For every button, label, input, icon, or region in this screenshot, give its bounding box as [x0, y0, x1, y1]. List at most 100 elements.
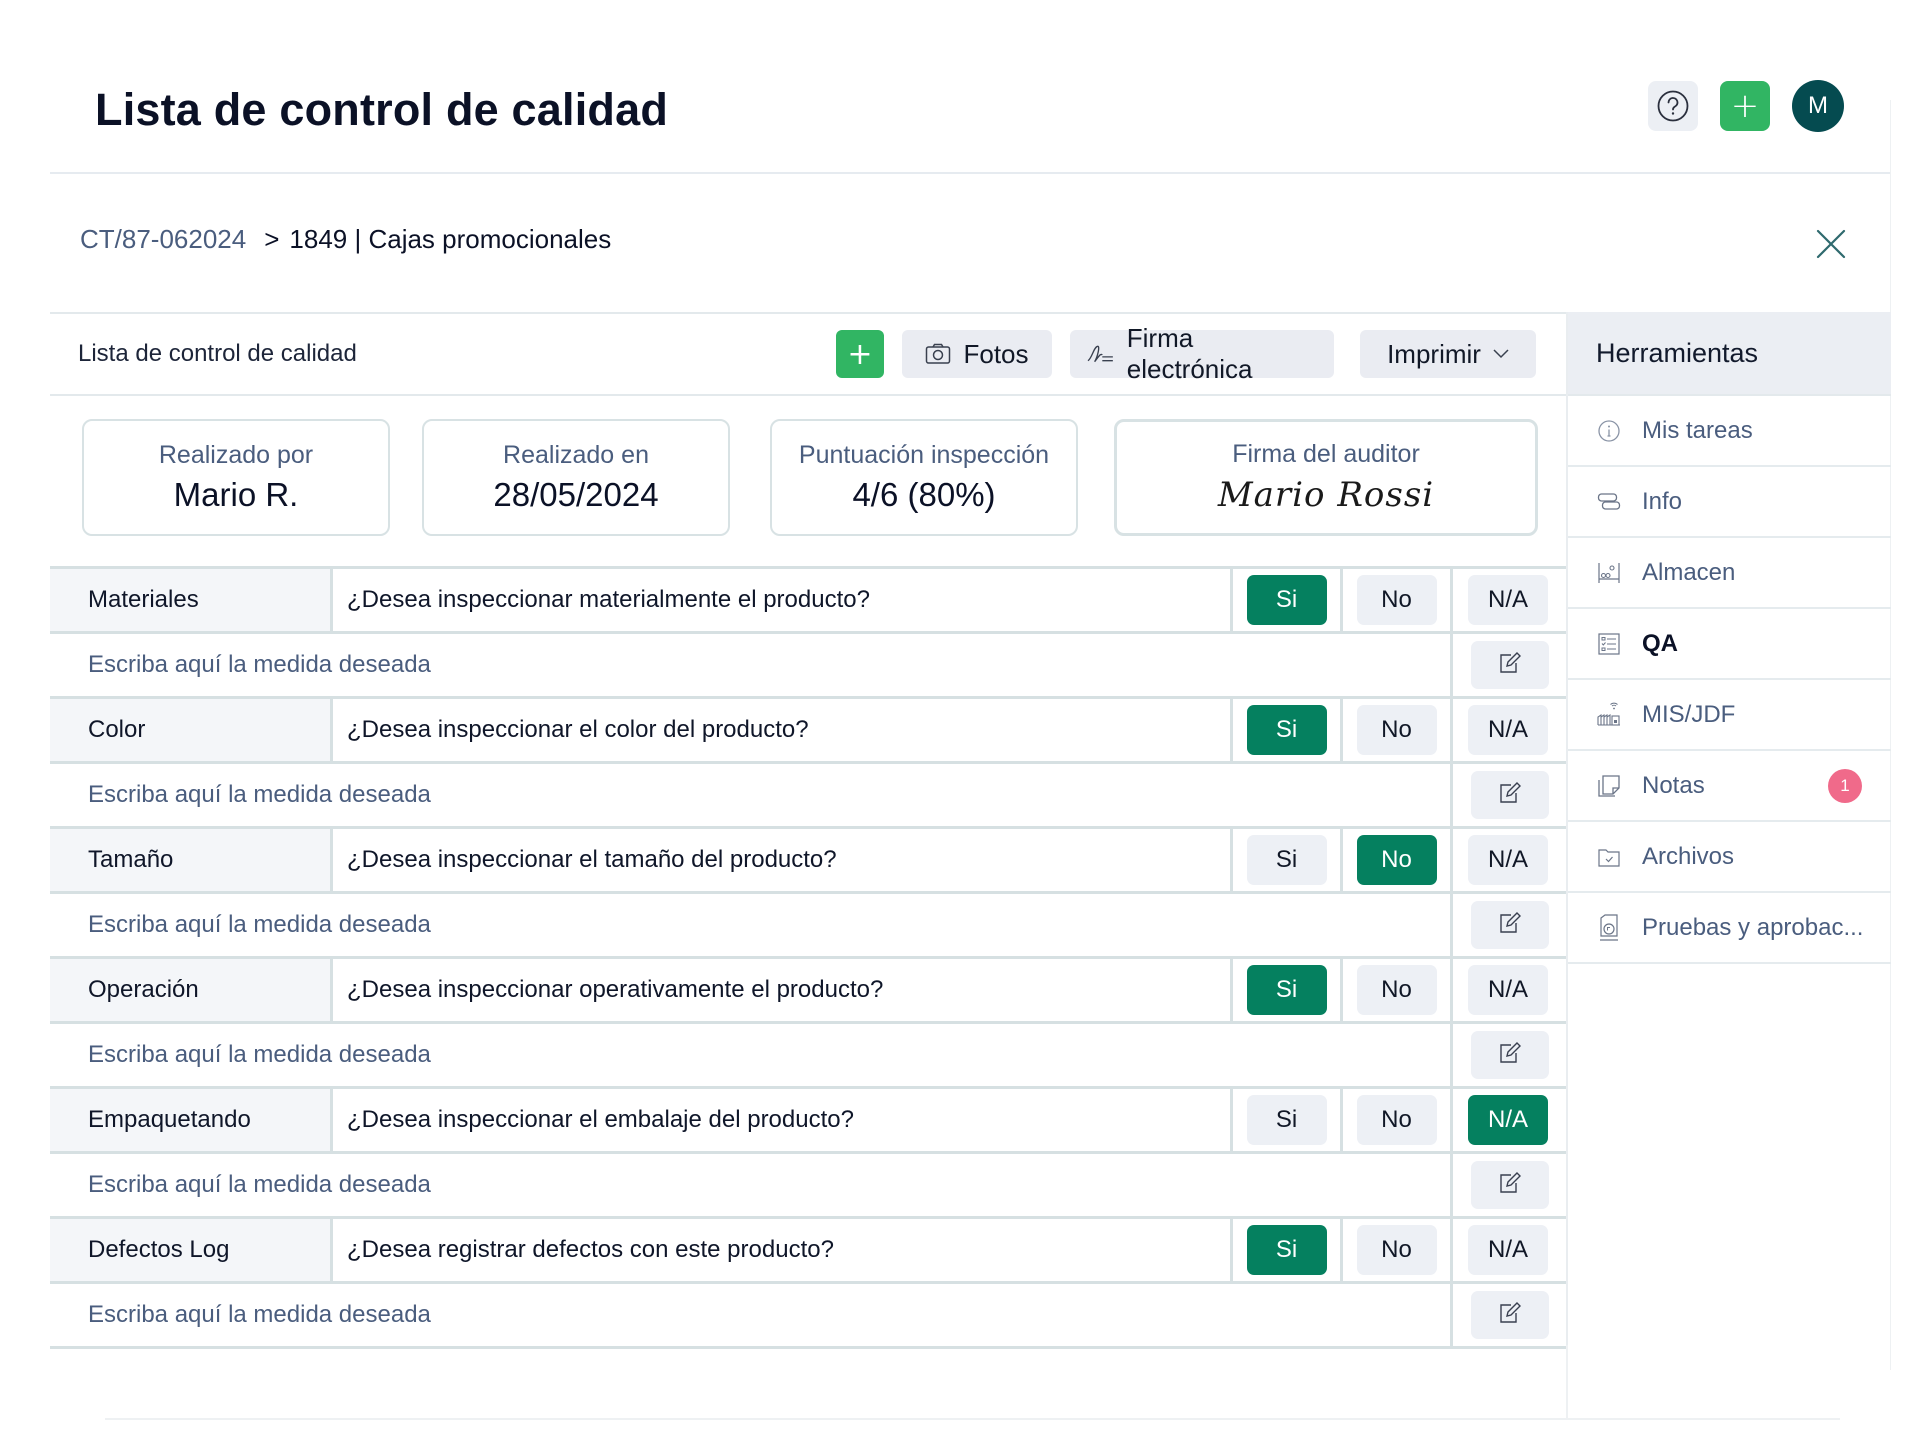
edit-measure-button[interactable]	[1470, 641, 1549, 689]
electronic-signature-button[interactable]: Firma electrónica	[1070, 323, 1334, 384]
page-title: Lista de control de calidad	[95, 84, 669, 135]
option-si-button[interactable]: Si	[1246, 835, 1327, 885]
option-na-button[interactable]: N/A	[1468, 705, 1548, 755]
option-na-button[interactable]: N/A	[1468, 575, 1548, 625]
sidebar-item-mis-jdf[interactable]: MIS/JDF	[1568, 680, 1891, 751]
option-no-button[interactable]: No	[1356, 835, 1437, 885]
option-no-button[interactable]: No	[1356, 965, 1437, 1015]
option-si-button[interactable]: Si	[1246, 575, 1327, 625]
breadcrumb-parent-link[interactable]: CT/87-062024	[80, 224, 246, 255]
option-cell: N/A	[1453, 699, 1563, 761]
plus-icon: +	[847, 336, 873, 372]
warehouse-icon	[1596, 560, 1622, 586]
avatar[interactable]: M	[1792, 80, 1844, 132]
close-button[interactable]	[1815, 228, 1847, 260]
sidebar-item-label: Archivos	[1642, 842, 1735, 870]
edit-measure-button[interactable]	[1470, 1291, 1549, 1339]
checklist-question-row: Empaquetando ¿Desea inspeccionar el embal…	[50, 1089, 1566, 1154]
option-cell: No	[1343, 1089, 1453, 1151]
checklist-question: ¿Desea inspeccionar el color del product…	[333, 699, 1233, 761]
checklist-question-row: Defectos Log ¿Desea registrar defectos co…	[50, 1219, 1566, 1284]
sidebar-item-notas[interactable]: Notas 1	[1568, 751, 1891, 822]
sidebar-item-qa[interactable]: QA	[1568, 609, 1891, 680]
proof-document-icon	[1596, 913, 1622, 941]
panel-divider	[1566, 1345, 1568, 1418]
sidebar-item-mis-tareas[interactable]: Mis tareas	[1568, 396, 1891, 467]
measure-input[interactable]: Escriba aquí la medida deseada	[50, 634, 1453, 696]
help-button[interactable]	[1648, 81, 1698, 131]
add-item-button[interactable]: +	[836, 330, 884, 378]
option-na-button[interactable]: N/A	[1468, 965, 1548, 1015]
edit-icon	[1498, 651, 1522, 679]
option-no-button[interactable]: No	[1356, 1095, 1437, 1145]
checklist-question: ¿Desea registrar defectos con este produ…	[333, 1219, 1233, 1281]
card-label: Realizado por	[158, 441, 314, 469]
print-label: Imprimir	[1387, 338, 1481, 369]
edit-cell	[1453, 634, 1566, 696]
option-na-button[interactable]: N/A	[1468, 835, 1548, 885]
edit-cell	[1453, 1154, 1566, 1216]
option-cell: Si	[1233, 569, 1343, 631]
avatar-initial: M	[1808, 92, 1828, 119]
checklist-measure-row: Escriba aquí la medida deseada	[50, 1284, 1566, 1349]
edit-cell	[1453, 1284, 1566, 1346]
measure-input[interactable]: Escriba aquí la medida deseada	[50, 1284, 1453, 1346]
sidebar-item-info[interactable]: Info	[1568, 467, 1891, 538]
option-si-button[interactable]: Si	[1246, 705, 1327, 755]
checklist-question: ¿Desea inspeccionar materialmente el pro…	[333, 569, 1233, 631]
edit-measure-button[interactable]	[1470, 901, 1549, 949]
edit-icon	[1498, 1171, 1522, 1199]
notes-count-badge: 1	[1828, 768, 1862, 803]
option-no-button[interactable]: No	[1356, 575, 1437, 625]
option-cell: Si	[1233, 829, 1343, 891]
measure-input[interactable]: Escriba aquí la medida deseada	[50, 764, 1453, 826]
checklist-question-row: Operación ¿Desea inspeccionar operativame…	[50, 959, 1566, 1024]
measure-input[interactable]: Escriba aquí la medida deseada	[50, 894, 1453, 956]
sidebar-item-label: Pruebas y aprobac...	[1642, 913, 1864, 941]
sidebar-item-label: Almacen	[1642, 558, 1736, 586]
card-label: Realizado en	[503, 441, 649, 469]
info-circle-icon	[1596, 418, 1622, 444]
sidebar-item-pruebas[interactable]: Pruebas y aprobac...	[1568, 893, 1891, 964]
checklist-question-row: Color ¿Desea inspeccionar el color del pr…	[50, 699, 1566, 764]
option-na-button[interactable]: N/A	[1468, 1095, 1548, 1145]
option-si-button[interactable]: Si	[1246, 1095, 1327, 1145]
checklist-question: ¿Desea inspeccionar el tamaño del produc…	[333, 829, 1233, 891]
option-cell: Si	[1233, 959, 1343, 1021]
edit-icon	[1498, 911, 1522, 939]
option-no-button[interactable]: No	[1356, 1225, 1437, 1275]
edit-icon	[1498, 1041, 1522, 1069]
edit-measure-button[interactable]	[1470, 1031, 1549, 1079]
option-na-button[interactable]: N/A	[1468, 1225, 1548, 1275]
edit-measure-button[interactable]	[1470, 1161, 1549, 1209]
edit-measure-button[interactable]	[1470, 771, 1549, 819]
option-si-button[interactable]: Si	[1246, 965, 1327, 1015]
checklist-item-label: Defectos Log	[50, 1219, 333, 1281]
auditor-signature-card: Firma del auditor Mario Rossi	[1114, 419, 1538, 536]
edit-icon	[1498, 1301, 1522, 1329]
photos-button[interactable]: Fotos	[902, 330, 1052, 378]
sidebar-item-archivos[interactable]: Archivos	[1568, 822, 1891, 893]
option-no-button[interactable]: No	[1356, 705, 1437, 755]
print-dropdown[interactable]: Imprimir	[1360, 330, 1536, 378]
breadcrumb-current: 1849 | Cajas promocionales	[289, 224, 612, 254]
sidebar-item-almacen[interactable]: Almacen	[1568, 538, 1891, 609]
option-cell: No	[1343, 699, 1453, 761]
checklist-icon	[1596, 631, 1622, 657]
measure-input[interactable]: Escriba aquí la medida deseada	[50, 1024, 1453, 1086]
sidebar-item-label: Info	[1642, 487, 1683, 515]
camera-icon	[926, 343, 951, 364]
option-cell: No	[1343, 829, 1453, 891]
measure-input[interactable]: Escriba aquí la medida deseada	[50, 1154, 1453, 1216]
toolbar-actions: + Fotos Firma electrónica Imprimir	[836, 323, 1536, 384]
chevron-down-icon	[1493, 349, 1509, 359]
add-button[interactable]: +	[1720, 81, 1770, 131]
checklist-measure-row: Escriba aquí la medida deseada	[50, 634, 1566, 699]
photos-label: Fotos	[963, 338, 1029, 369]
checklist-item-label: Tamaño	[50, 829, 333, 891]
checklist-toolbar: Lista de control de calidad + Fotos Firm…	[50, 312, 1566, 396]
card-value: Mario R.	[173, 476, 299, 513]
tools-sidebar: Herramientas Mis tareas Info Almacen QA …	[1566, 312, 1891, 1418]
option-si-button[interactable]: Si	[1246, 1225, 1327, 1275]
card-label: Firma del auditor	[1232, 440, 1420, 468]
